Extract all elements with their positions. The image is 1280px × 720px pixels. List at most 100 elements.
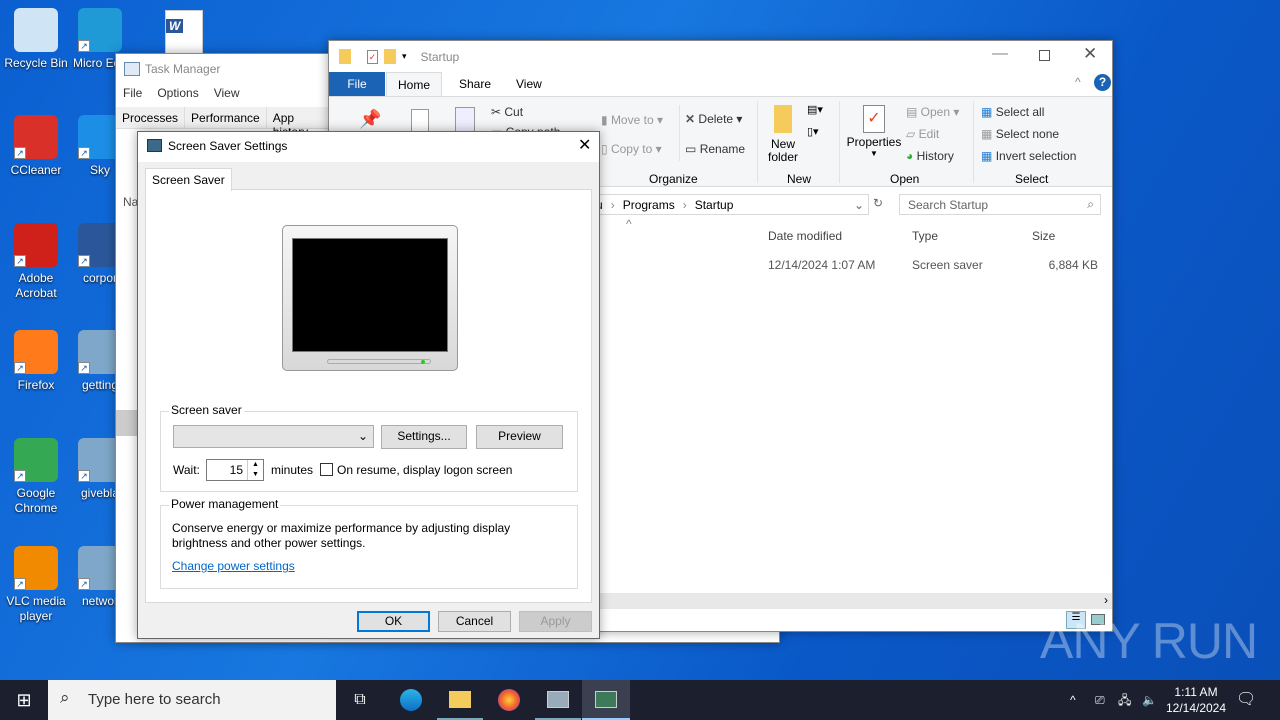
column-date-modified[interactable]: Date modified [768, 229, 842, 243]
group-organize: Organize [649, 172, 698, 186]
new-folder-qat-icon[interactable] [384, 49, 396, 64]
column-type[interactable]: Type [912, 229, 938, 243]
pin-icon[interactable]: 📌 [359, 109, 381, 130]
select-none-button[interactable]: ▦ Select none [981, 127, 1059, 141]
tab-share[interactable]: Share [459, 77, 491, 91]
resume-checkbox[interactable] [320, 463, 333, 476]
new-item-icon[interactable]: ▤▾ [807, 103, 823, 116]
word-document-icon[interactable]: W [165, 10, 203, 54]
desktop-icon[interactable]: ↗ VLC media player [0, 546, 72, 624]
desktop-icon[interactable]: ↗ Adobe Acrobat [0, 223, 72, 301]
address-bar[interactable]: u› Programs› Startup ⌄ [589, 194, 869, 215]
new-folder-icon [774, 105, 792, 133]
search-input[interactable]: Search Startup ⌕ [899, 194, 1101, 215]
row-selection [116, 410, 138, 436]
file-row[interactable]: 12/14/2024 1:07 AM Screen saver 6,884 KB [589, 257, 1104, 275]
shortcut-arrow-icon: ↗ [78, 362, 90, 374]
properties-button[interactable]: ✓ Properties ▼ [844, 105, 904, 158]
sort-indicator-icon: ^ [626, 217, 632, 231]
show-hidden-icons[interactable]: ^ [1070, 680, 1088, 720]
delete-icon: ✕ [685, 112, 696, 126]
column-size[interactable]: Size [1032, 229, 1055, 243]
tab-screen-saver[interactable]: Screen Saver [145, 168, 232, 191]
chrome-icon: ↗ [14, 438, 58, 482]
taskbar-edge-icon[interactable] [388, 680, 434, 720]
shortcut-arrow-icon: ↗ [78, 578, 90, 590]
horizontal-scrollbar[interactable]: › [589, 593, 1112, 609]
breadcrumb-programs[interactable]: Programs [623, 198, 675, 212]
menu-options[interactable]: Options [157, 86, 198, 100]
select-all-button[interactable]: ▦ Select all [981, 105, 1044, 119]
power-led-icon [421, 360, 425, 364]
rename-icon: ▭ [685, 142, 697, 156]
copy-to-button[interactable]: ▯ Copy to ▾ [601, 142, 662, 156]
network-icon[interactable]: 🖧 [1118, 680, 1138, 720]
taskbar-explorer-icon[interactable] [437, 680, 483, 720]
taskbar-search-box[interactable]: ⌕ Type here to search [48, 680, 336, 720]
maximize-button[interactable] [1039, 50, 1050, 61]
clock[interactable]: 1:11 AM 12/14/2024 [1162, 680, 1230, 720]
vlc-icon: ↗ [14, 546, 58, 590]
refresh-icon[interactable]: ↻ [873, 196, 883, 210]
help-icon[interactable]: ? [1094, 74, 1111, 91]
minutes-label: minutes [271, 463, 314, 477]
tab-home[interactable]: Home [386, 72, 442, 97]
resume-label[interactable]: On resume, display logon screen [337, 463, 512, 477]
new-folder-button[interactable]: New folder [765, 105, 801, 164]
desktop-icon[interactable]: ↗ Google Chrome [0, 438, 72, 516]
change-power-settings-link[interactable]: Change power settings [172, 559, 295, 573]
start-button[interactable]: ⊞ [0, 680, 48, 720]
chevron-down-icon: ⌄ [357, 429, 368, 443]
wait-minutes-stepper[interactable]: 15 ▲ ▼ [206, 459, 264, 481]
menu-file[interactable]: File [123, 86, 142, 100]
edit-button[interactable]: ▱ Edit [906, 127, 939, 141]
taskbar-screen-saver-icon[interactable] [582, 680, 630, 720]
tab-performance[interactable]: Performance [185, 107, 267, 128]
settings-button[interactable]: Settings... [381, 425, 467, 449]
cancel-button[interactable]: Cancel [438, 611, 511, 632]
apply-button[interactable]: Apply [519, 611, 592, 632]
move-to-button[interactable]: ▮ Move to ▾ [601, 113, 663, 127]
taskbar-firefox-icon[interactable] [486, 680, 532, 720]
breadcrumb-startup[interactable]: Startup [695, 198, 734, 212]
tab-processes[interactable]: Processes [116, 107, 186, 128]
address-dropdown-icon[interactable]: ⌄ [854, 198, 864, 212]
taskbar-task-manager-icon[interactable] [535, 680, 581, 720]
easy-access-icon[interactable]: ▯▾ [807, 125, 819, 138]
desktop-icon[interactable]: ↗ Firefox [0, 330, 72, 393]
qat-dropdown-icon[interactable]: ▾ [402, 51, 407, 62]
screen-saver-dropdown[interactable]: ⌄ [173, 425, 374, 448]
menu-view[interactable]: View [214, 86, 240, 100]
search-icon: ⌕ [60, 688, 70, 707]
rename-button[interactable]: ▭ Rename [685, 142, 745, 156]
delete-button[interactable]: ✕ Delete ▾ [685, 112, 742, 126]
screen-saver-dialog[interactable]: Screen Saver Settings ✕ Screen Saver Scr… [137, 131, 600, 639]
dialog-close-button[interactable]: ✕ [578, 135, 591, 155]
collapse-ribbon-icon[interactable]: ^ [1075, 75, 1081, 89]
preview-button[interactable]: Preview [476, 425, 563, 449]
open-button[interactable]: ▤ Open ▾ [906, 105, 959, 119]
shortcut-arrow-icon: ↗ [14, 362, 26, 374]
edge-icon: ↗ [78, 8, 122, 52]
desktop-icon[interactable]: ↗ CCleaner [0, 115, 72, 178]
ok-button[interactable]: OK [357, 611, 430, 632]
tab-view[interactable]: View [516, 77, 542, 91]
volume-icon[interactable]: 🔈 [1142, 680, 1162, 720]
invert-selection-button[interactable]: ▦ Invert selection [981, 149, 1076, 163]
group-open: Open [890, 172, 920, 186]
properties-qat-icon[interactable]: ✓ [367, 49, 378, 64]
cut-button[interactable]: ✂ Cut [491, 105, 523, 119]
notifications-icon[interactable]: 🗨 [1236, 680, 1260, 720]
desktop-icon[interactable]: Recycle Bin [0, 8, 72, 71]
tab-app-history[interactable]: App history [267, 107, 331, 139]
paste-icon[interactable] [455, 107, 475, 133]
meet-now-icon[interactable]: ⎚ [1095, 680, 1113, 720]
tab-file[interactable]: File [329, 72, 385, 96]
recycle-bin-icon [14, 8, 58, 52]
copy-icon[interactable] [411, 109, 429, 133]
history-button[interactable]: ◕ History [906, 149, 954, 163]
close-button[interactable]: ✕ [1083, 44, 1097, 64]
shortcut-arrow-icon: ↗ [78, 40, 90, 52]
minimize-button[interactable]: — [992, 45, 1008, 63]
task-view-icon[interactable]: ⧉ [340, 680, 380, 720]
